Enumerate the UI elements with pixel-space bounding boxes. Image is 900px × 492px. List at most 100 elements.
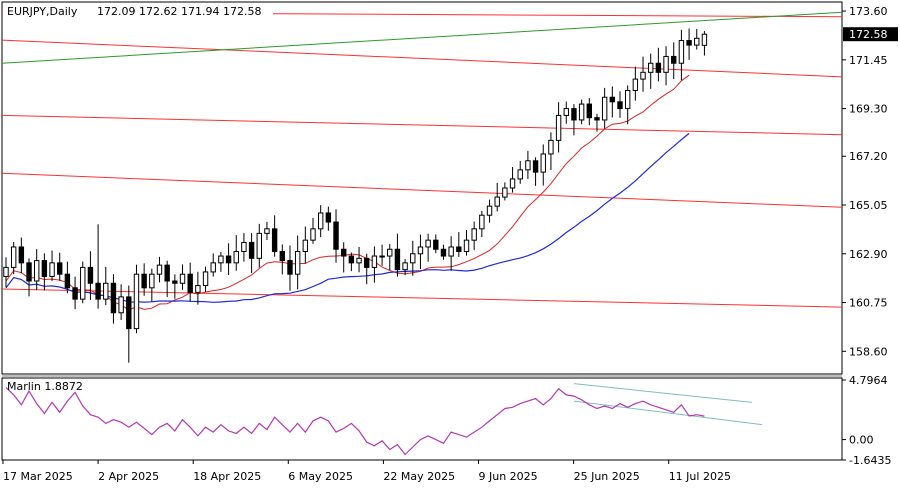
candle-body	[248, 241, 255, 259]
candle-body	[26, 262, 32, 282]
candle-body	[287, 260, 293, 275]
candle-body	[463, 239, 470, 253]
candle-body	[156, 264, 163, 275]
candle-body	[540, 153, 546, 173]
price-tick-label: 160.75	[849, 297, 888, 310]
date-tick-label: 2 Apr 2025	[98, 470, 159, 483]
candle-body	[149, 273, 155, 289]
candle-body	[172, 280, 178, 284]
candle-body	[64, 273, 71, 289]
indicator-tick-label: 4.7964	[849, 374, 888, 387]
price-tick-label: 173.60	[849, 5, 888, 18]
candle-body	[10, 246, 17, 268]
candle-body	[34, 260, 40, 282]
candle-body	[555, 114, 562, 141]
candle-body	[525, 160, 531, 171]
candle-body	[302, 239, 309, 253]
candle-body	[18, 246, 25, 264]
candle-body	[310, 228, 316, 241]
candle-body	[486, 205, 493, 216]
candle-body	[3, 266, 9, 277]
candle-body	[87, 266, 94, 284]
current-price-label: 172.58	[849, 28, 888, 41]
candle-body	[571, 108, 577, 121]
candle-body	[624, 89, 631, 110]
candle-body	[617, 101, 623, 110]
candle-body	[57, 262, 63, 275]
candle-body	[448, 246, 454, 257]
candle-body	[348, 255, 355, 264]
chart-window[interactable]: 173.60 171.45 169.30 167.20 165.05 162.90 160.…	[0, 0, 900, 488]
chart-symbol-label: EURJPY,Daily	[7, 5, 78, 18]
candle-body	[371, 255, 378, 268]
date-tick-label: 25 Jun 2025	[574, 470, 640, 483]
candle-body	[80, 266, 86, 300]
candle-body	[440, 248, 447, 257]
candle-body	[325, 212, 332, 223]
candle-body	[271, 228, 278, 253]
candle-body	[387, 248, 393, 257]
candle-body	[233, 251, 239, 264]
candle-body	[686, 40, 692, 46]
price-tick-label: 171.45	[849, 54, 888, 67]
candle-body	[678, 40, 685, 64]
candle-body	[640, 71, 646, 80]
price-tick-label: 165.05	[849, 199, 888, 212]
candle-body	[133, 273, 140, 330]
candle-body	[49, 262, 55, 277]
ohlc-values-label: 172.09 172.62 171.94 172.58	[97, 5, 261, 18]
candle-body	[225, 255, 232, 264]
candle-body	[126, 296, 132, 330]
candle-body	[433, 239, 439, 250]
candle-body	[548, 139, 554, 155]
candle-body	[594, 117, 600, 121]
date-tick-label: 11 Jul 2025	[669, 470, 731, 483]
candle-body	[663, 55, 669, 73]
candle-body	[655, 62, 662, 73]
indicator-name-label: Marlin 1.8872	[7, 380, 83, 393]
price-tick-label: 169.30	[849, 103, 888, 116]
candle-18	[133, 264, 140, 334]
candle-body	[41, 260, 48, 277]
candle-body	[410, 253, 416, 264]
candle-body	[609, 96, 616, 103]
candle-body	[264, 228, 270, 234]
candle-body	[586, 103, 592, 119]
candle-body	[694, 37, 700, 46]
date-tick-label: 22 May 2025	[383, 470, 455, 483]
candle-body	[494, 196, 500, 207]
candle-body	[341, 248, 347, 257]
candle-body	[356, 257, 362, 264]
candle-body	[210, 262, 216, 273]
candle-body	[632, 78, 639, 91]
price-tick-label: 162.90	[849, 248, 888, 261]
price-tick-label: 167.20	[849, 150, 888, 163]
candle-body	[279, 251, 286, 262]
candle-body	[164, 264, 170, 282]
candle-body	[218, 255, 224, 264]
price-tick-label: 158.60	[849, 345, 888, 358]
candle-body	[141, 273, 147, 289]
candle-body	[671, 55, 677, 64]
candle-body	[202, 271, 209, 287]
candle-body	[402, 262, 408, 271]
date-tick-label: 18 Apr 2025	[193, 470, 261, 483]
candle-body	[517, 169, 523, 180]
candle-body	[195, 285, 201, 293]
candle-body	[379, 255, 385, 258]
candle-body	[509, 178, 516, 189]
candle-body	[241, 241, 247, 253]
candle-body	[578, 103, 585, 121]
candle-body	[648, 62, 654, 73]
candle-11	[80, 261, 86, 304]
candle-body	[532, 160, 539, 173]
candle-body	[118, 296, 124, 314]
candle-body	[701, 33, 708, 46]
eurjpy-chart[interactable]: 173.60 171.45 169.30 167.20 165.05 162.90 160.…	[0, 0, 900, 488]
candle-body	[601, 96, 608, 121]
candle-body	[256, 232, 262, 259]
candle-body	[179, 273, 186, 284]
candle-body	[110, 282, 117, 314]
date-tick-label: 17 Mar 2025	[3, 470, 73, 483]
indicator-tick-label: -1.6435	[849, 454, 891, 467]
